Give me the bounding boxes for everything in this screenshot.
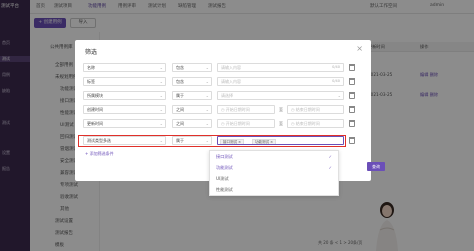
value-input[interactable]: 请输入内容 0/40 [217,77,344,86]
chevron-down-icon: ⌄ [159,107,163,112]
char-counter: 0/40 [332,79,340,83]
end-placeholder: 结束日期时间 [295,107,320,112]
start-datetime-input[interactable]: ◷ 开始日期时间 [217,119,275,128]
value-select[interactable]: 请选择 ⌄ [217,91,344,100]
chevron-down-icon: ⌄ [159,93,163,98]
end-datetime-input[interactable]: ◷ 结束日期时间 [287,119,344,128]
start-datetime-input[interactable]: ◷ 开始日期时间 [217,105,275,114]
chevron-down-icon: ⌄ [205,65,209,70]
trash-icon[interactable] [349,92,355,99]
search-button[interactable]: 查询 [367,162,385,171]
dropdown-option[interactable]: 接口测试 [216,154,233,160]
trash-icon[interactable] [349,78,355,85]
chevron-down-icon: ⌄ [205,93,209,98]
filter-row: 创建时间 ⌄ 之间 ⌄ ◷ 开始日期时间 至 ◷ 结束日期时间 [80,104,365,116]
operator-select[interactable]: 包含 ⌄ [172,77,212,86]
dropdown-option[interactable]: UI测试 [216,176,229,182]
filter-row: 标签 ⌄ 包含 ⌄ 请输入内容 0/40 [80,76,365,88]
field-select[interactable]: 创建时间 ⌄ [83,105,166,114]
check-icon: ✓ [328,165,332,170]
field-select[interactable]: 标签 ⌄ [83,77,166,86]
operator-value: 包含 [176,65,184,70]
chevron-down-icon: ⌄ [205,121,209,126]
operator-select[interactable]: 包含 ⌄ [172,63,212,72]
field-select-value: 标签 [87,79,95,84]
field-select[interactable]: 更新时间 ⌄ [83,119,166,128]
add-condition-link[interactable]: + 添加筛选条件 [85,151,114,157]
operator-value: 之间 [176,121,184,126]
filter-row: 名称 ⌄ 包含 ⌄ 请输入内容 0/40 [80,62,365,74]
dropdown-option[interactable]: 功能测试 [216,165,233,171]
field-select[interactable]: 所属模块 ⌄ [83,91,166,100]
trash-icon[interactable] [349,120,355,127]
start-placeholder: 开始日期时间 [225,107,250,112]
range-separator: 至 [279,121,283,126]
check-icon: ✓ [328,154,332,159]
trash-icon[interactable] [349,64,355,71]
chevron-down-icon: ⌄ [337,93,341,98]
chevron-down-icon: ⌄ [159,79,163,84]
operator-select[interactable]: 属于 ⌄ [172,91,212,100]
field-select[interactable]: 名称 ⌄ [83,63,166,72]
start-placeholder: 开始日期时间 [225,121,250,126]
trash-icon[interactable] [349,137,355,144]
app-window: 测试平台 首页 测试 用例 缺陷 测试 设置 报告 首页 测试项目 功能用例 用… [0,0,474,251]
operator-select[interactable]: 之间 ⌄ [172,119,212,128]
field-select-value: 创建时间 [87,107,103,112]
trash-icon[interactable] [349,106,355,113]
value-placeholder: 请输入内容 [221,65,241,70]
dialog-title: 筛选 [85,49,98,56]
char-counter: 0/40 [332,65,340,69]
filter-row: 所属模块 ⌄ 属于 ⌄ 请选择 ⌄ [80,90,365,102]
dropdown-option[interactable]: 性能测试 [216,187,233,193]
type-dropdown: 接口测试 ✓ 功能测试 ✓ UI测试 性能测试 [209,150,339,196]
field-select-value: 所属模块 [87,93,103,98]
value-placeholder: 请选择 [221,93,233,98]
operator-value: 属于 [176,93,184,98]
end-placeholder: 结束日期时间 [295,121,320,126]
chevron-down-icon: ⌄ [159,65,163,70]
chevron-down-icon: ⌄ [205,79,209,84]
highlight-box [78,135,346,147]
value-input[interactable]: 请输入内容 0/40 [217,63,344,72]
value-placeholder: 请输入内容 [221,79,241,84]
operator-value: 之间 [176,107,184,112]
close-icon[interactable]: × [356,45,363,53]
operator-value: 包含 [176,79,184,84]
end-datetime-input[interactable]: ◷ 结束日期时间 [287,105,344,114]
operator-select[interactable]: 之间 ⌄ [172,105,212,114]
field-select-value: 更新时间 [87,121,103,126]
filter-row: 更新时间 ⌄ 之间 ⌄ ◷ 开始日期时间 至 ◷ 结束日期时间 [80,118,365,130]
chevron-down-icon: ⌄ [159,121,163,126]
field-select-value: 名称 [87,65,95,70]
range-separator: 至 [279,107,283,112]
chevron-down-icon: ⌄ [205,107,209,112]
